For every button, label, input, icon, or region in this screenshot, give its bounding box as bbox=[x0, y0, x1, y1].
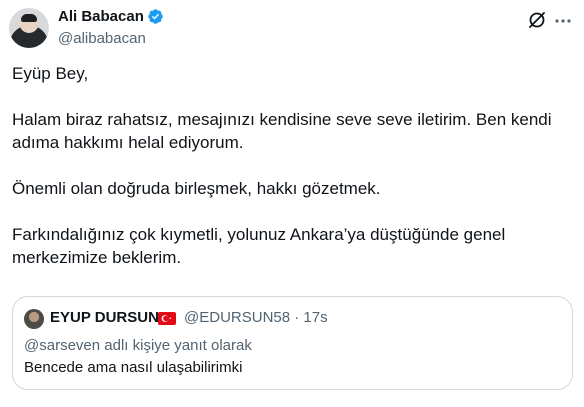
quoted-text: Bencede ama nasıl ulaşabilirimki bbox=[24, 359, 243, 376]
grok-icon[interactable] bbox=[527, 10, 547, 30]
quoted-reply-context[interactable]: @sarseven adlı kişiye yanıt olarak bbox=[24, 337, 252, 354]
quoted-author-name: EYUP DURSUN bbox=[50, 309, 159, 326]
more-icon[interactable] bbox=[553, 11, 573, 31]
verified-badge-icon bbox=[148, 9, 163, 24]
quoted-tweet[interactable]: EYUP DURSUN @EDURSUN58 · 17s @sarseven a… bbox=[12, 296, 573, 390]
tweet-paragraph: Halam biraz rahatsız, mesajınızı kendisi… bbox=[12, 110, 552, 152]
author-name[interactable]: Ali Babacan bbox=[58, 8, 144, 25]
tweet-paragraph: Farkındalığınız çok kıymetli, yolunuz An… bbox=[12, 225, 506, 267]
tweet: Ali Babacan @alibabacan Eyüp Bey, Halam … bbox=[0, 0, 584, 407]
quoted-avatar bbox=[24, 309, 44, 329]
tweet-paragraph: Eyüp Bey, bbox=[12, 64, 89, 83]
tweet-paragraph: Önemli olan doğruda birleşmek, hakkı göz… bbox=[12, 179, 381, 198]
author-avatar[interactable] bbox=[9, 8, 49, 48]
quoted-handle-time: @EDURSUN58 · 17s bbox=[184, 309, 328, 326]
author-handle[interactable]: @alibabacan bbox=[58, 30, 146, 47]
turkey-flag-icon bbox=[158, 312, 176, 325]
tweet-text: Eyüp Bey, Halam biraz rahatsız, mesajını… bbox=[12, 62, 574, 292]
